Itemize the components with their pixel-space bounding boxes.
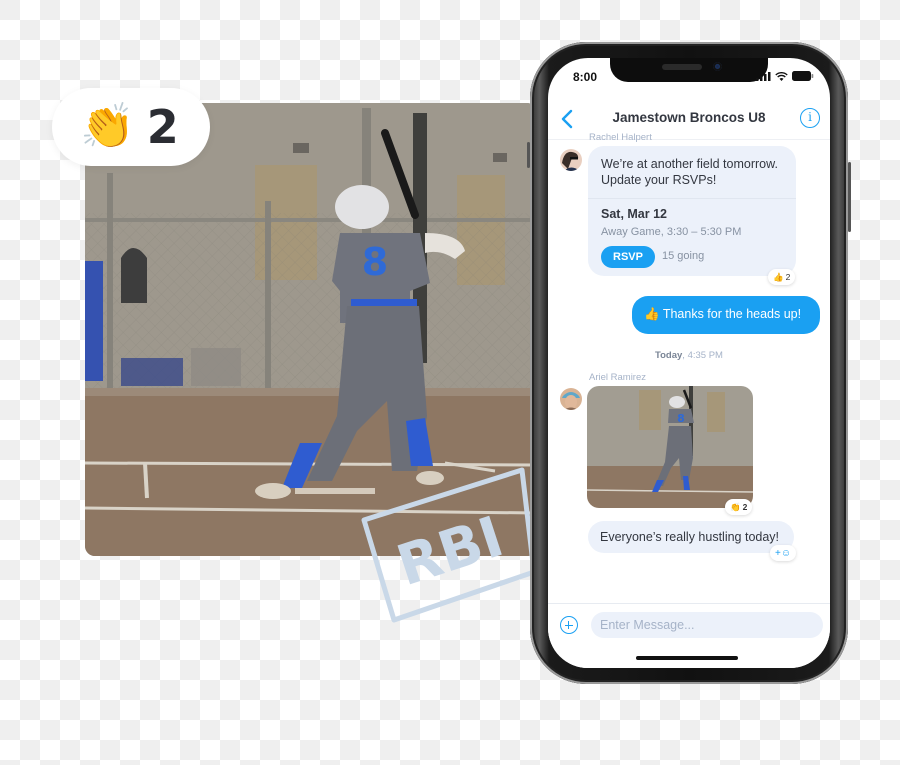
clapping-hands-icon: 👏 <box>80 102 135 151</box>
media-message-video[interactable]: 8 <box>587 386 753 508</box>
message-text: Thanks for the heads up! <box>662 307 802 321</box>
avatar-rachel-halpert[interactable] <box>560 149 582 171</box>
reaction-count: 2 <box>785 272 791 282</box>
status-time: 8:00 <box>573 70 598 84</box>
add-reaction-button[interactable]: +☺ <box>770 545 797 561</box>
front-camera <box>713 62 722 71</box>
clapping-hands-icon: 👏 <box>730 501 741 512</box>
going-count: 15 going <box>662 250 705 262</box>
info-button[interactable]: i <box>800 108 820 128</box>
reaction-clap[interactable]: 👏 2 <box>725 499 753 515</box>
add-emoji-icon: +☺ <box>775 547 792 559</box>
reaction-thumbs-up[interactable]: 👍 2 <box>768 269 796 285</box>
message-text: We’re at another field tomorrow. Update … <box>601 157 778 187</box>
clap-reaction-badge: 👏 2 <box>52 88 210 166</box>
add-attachment-button[interactable] <box>560 616 578 634</box>
speaker-grille <box>662 64 702 70</box>
event-detail: Away Game, 3:30 – 5:30 PM <box>601 226 742 238</box>
chat-screen: 8:00 Jamestown Broncos U8 i Rachel Halpe… <box>548 58 830 668</box>
softball-batter-photo: 8 <box>85 103 537 556</box>
notch <box>610 58 768 82</box>
day-divider: Today, 4:35 PM <box>548 350 830 361</box>
cellular-signal-icon <box>756 71 771 81</box>
message-text: Everyone’s really hustling today! <box>600 530 780 544</box>
outgoing-message-bubble: 👍 Thanks for the heads up! <box>632 296 820 334</box>
side-button <box>848 162 851 232</box>
message-input[interactable] <box>591 612 823 638</box>
day-time: , 4:35 PM <box>682 350 723 361</box>
battery-icon <box>792 71 814 81</box>
info-icon: i <box>808 110 812 124</box>
softball-batter-illustration: 8 <box>85 103 537 556</box>
thumbs-up-icon: 👍 <box>773 271 784 282</box>
message-composer <box>548 603 830 668</box>
avatar-ariel-ramirez[interactable] <box>560 388 582 410</box>
chat-title: Jamestown Broncos U8 <box>612 110 766 125</box>
divider <box>588 198 796 199</box>
event-message-bubble: We’re at another field tomorrow. Update … <box>588 146 796 276</box>
phone-frame: 8:00 Jamestown Broncos U8 i Rachel Halpe… <box>527 42 851 684</box>
clap-count: 2 <box>146 100 179 154</box>
home-indicator[interactable] <box>636 656 738 660</box>
incoming-message-bubble: Everyone’s really hustling today! <box>588 521 794 553</box>
softball-video-thumbnail: 8 <box>587 386 753 508</box>
rsvp-button[interactable]: RSVP <box>601 246 655 268</box>
sender-name: Ariel Ramirez <box>589 372 647 383</box>
event-date: Sat, Mar 12 <box>601 207 668 221</box>
volume-button <box>527 142 530 168</box>
jersey-number: 8 <box>677 412 685 425</box>
reaction-count: 2 <box>742 502 748 512</box>
wifi-icon <box>775 71 788 81</box>
thumbs-up-icon: 👍 <box>644 307 660 321</box>
jersey-number: 8 <box>362 240 388 284</box>
sender-name: Rachel Halpert <box>589 132 652 143</box>
status-icons <box>756 71 814 81</box>
day-label: Today <box>655 350 683 361</box>
